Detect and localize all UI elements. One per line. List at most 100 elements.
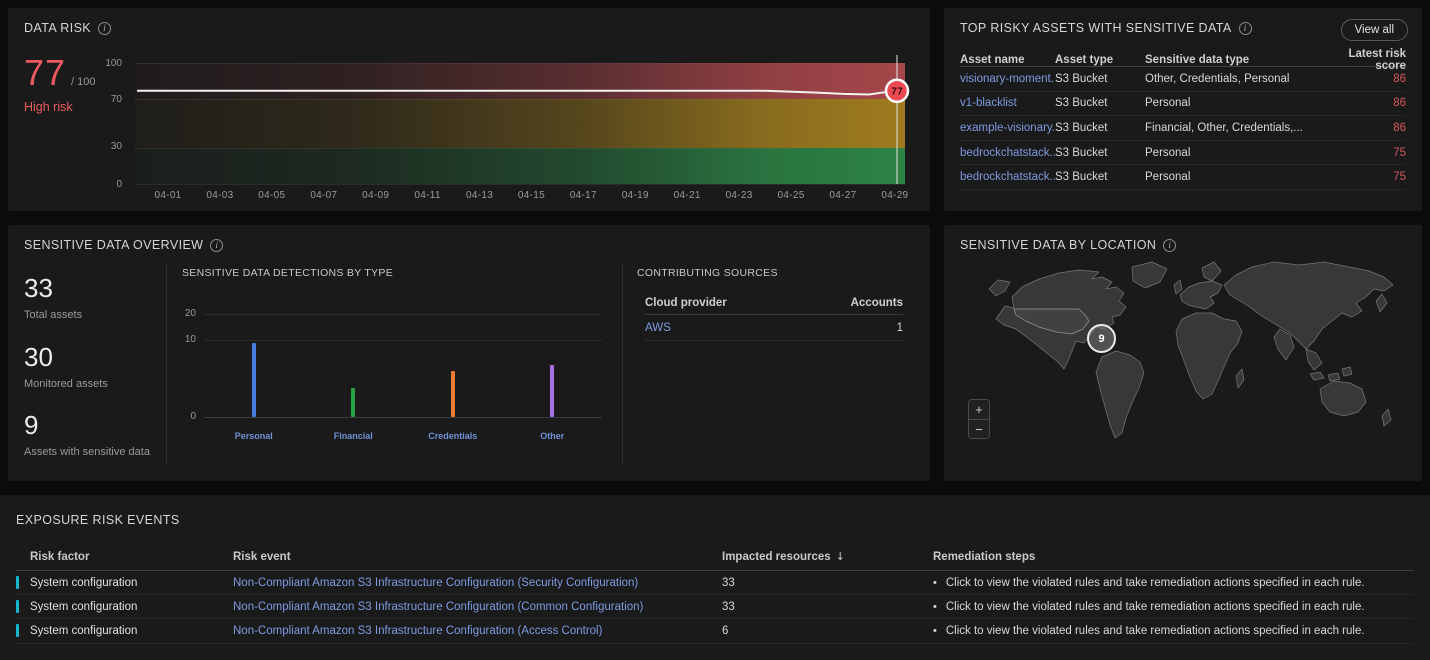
detections-chart-title: SENSITIVE DATA DETECTIONS BY TYPE xyxy=(182,267,393,279)
map-new-zealand xyxy=(1382,409,1391,426)
map-indonesia xyxy=(1310,367,1352,381)
info-icon[interactable]: i xyxy=(98,22,111,35)
x-axis-tick: 04-01 xyxy=(154,190,181,201)
risk-factor-accent-bar xyxy=(16,600,19,613)
asset-name-link[interactable]: bedrockchatstack... xyxy=(960,147,1055,159)
column-header-latest-risk-score[interactable]: Latest risk score xyxy=(1326,48,1406,72)
divider xyxy=(622,263,623,465)
sensitive-data-type-cell: Other, Credentials, Personal xyxy=(1145,73,1326,85)
risk-score-line xyxy=(137,91,895,95)
remediation-steps-cell: •Click to view the violated rules and ta… xyxy=(933,577,1414,589)
cloud-provider-link[interactable]: AWS xyxy=(645,322,833,334)
risk-score-cell: 86 xyxy=(1326,122,1406,134)
y-axis-tick: 0 xyxy=(158,411,196,422)
x-axis-tick: 04-11 xyxy=(414,190,440,201)
map-asia xyxy=(1224,262,1393,349)
top-risky-assets-panel: TOP RISKY ASSETS WITH SENSITIVE DATAi Vi… xyxy=(944,8,1422,211)
risk-score-cell: 75 xyxy=(1326,171,1406,183)
zoom-out-button[interactable]: − xyxy=(969,419,989,438)
column-header-impacted-resources[interactable]: Impacted resources ↓ xyxy=(722,550,933,563)
risk-score-block: 77/ 100 High risk xyxy=(24,52,96,114)
x-axis-tick: 04-09 xyxy=(362,190,389,201)
x-axis-tick: 04-27 xyxy=(829,190,856,201)
map-madagascar xyxy=(1236,369,1244,388)
risk-score-cell: 75 xyxy=(1326,147,1406,159)
map-alaska xyxy=(989,280,1010,296)
asset-type-cell: S3 Bucket xyxy=(1055,97,1145,109)
map-southeast-asia xyxy=(1306,349,1322,370)
risk-event-link[interactable]: Non-Compliant Amazon S3 Infrastructure C… xyxy=(233,577,722,589)
asset-type-cell: S3 Bucket xyxy=(1055,171,1145,183)
table-row: AWS1 xyxy=(645,315,903,341)
x-axis-tick: 04-07 xyxy=(310,190,337,201)
column-header-asset-name[interactable]: Asset name xyxy=(960,54,1055,66)
stat-value: 30 xyxy=(24,342,108,373)
sensitive-data-by-location-panel: SENSITIVE DATA BY LOCATIONi 9 + − xyxy=(944,225,1422,481)
risk-level-label: High risk xyxy=(24,100,96,114)
sensitive-data-overview-panel: SENSITIVE DATA OVERVIEWi 33Total assets 3… xyxy=(8,225,930,481)
sensitive-data-type-cell: Personal xyxy=(1145,171,1326,183)
stat-label: Assets with sensitive data xyxy=(24,446,150,458)
column-header-asset-type[interactable]: Asset type xyxy=(1055,54,1145,66)
contributing-sources-title: CONTRIBUTING SOURCES xyxy=(637,267,778,279)
asset-name-link[interactable]: v1-blacklist xyxy=(960,97,1055,109)
asset-name-link[interactable]: visionary-moment... xyxy=(960,73,1055,85)
zoom-in-button[interactable]: + xyxy=(969,400,989,419)
impacted-resources-label: Impacted resources xyxy=(722,551,831,563)
risk-factor-label: System configuration xyxy=(30,601,137,613)
asset-type-cell: S3 Bucket xyxy=(1055,73,1145,85)
risk-event-link[interactable]: Non-Compliant Amazon S3 Infrastructure C… xyxy=(233,625,722,637)
category-label-financial[interactable]: Financial xyxy=(308,431,398,441)
stat-block: 33Total assets xyxy=(24,273,82,321)
sort-descending-icon[interactable]: ↓ xyxy=(836,550,845,563)
table-row: bedrockchatstack...S3 BucketPersonal75 xyxy=(960,165,1406,190)
info-icon[interactable]: i xyxy=(1163,239,1176,252)
x-axis-tick: 04-05 xyxy=(258,190,285,201)
stat-block: 30 Monitored assets xyxy=(24,342,108,390)
exposure-risk-events-panel: EXPOSURE RISK EVENTS Risk factor Risk ev… xyxy=(0,495,1430,660)
bar-credentials xyxy=(451,371,455,418)
asset-name-link[interactable]: example-visionary... xyxy=(960,122,1055,134)
risk-factor-label: System configuration xyxy=(30,625,137,637)
map-cluster-marker[interactable]: 9 xyxy=(1087,324,1116,353)
column-header-risk-event[interactable]: Risk event xyxy=(233,551,722,563)
asset-name-link[interactable]: bedrockchatstack... xyxy=(960,171,1055,183)
column-header-remediation-steps[interactable]: Remediation steps xyxy=(933,551,1414,563)
category-label-personal[interactable]: Personal xyxy=(209,431,299,441)
impacted-resources-cell: 33 xyxy=(722,601,933,613)
map-europe xyxy=(1180,281,1222,309)
info-icon[interactable]: i xyxy=(210,239,223,252)
x-axis-tick: 04-15 xyxy=(518,190,545,201)
bar-financial xyxy=(351,388,355,417)
remediation-steps-cell: •Click to view the violated rules and ta… xyxy=(933,625,1414,637)
asset-type-cell: S3 Bucket xyxy=(1055,122,1145,134)
y-axis-tick: 70 xyxy=(86,94,122,105)
column-header-sensitive-data-type[interactable]: Sensitive data type xyxy=(1145,54,1326,66)
table-row: System configuration Non-Compliant Amazon… xyxy=(16,571,1414,595)
y-axis-tick: 10 xyxy=(158,334,196,345)
overview-title: SENSITIVE DATA OVERVIEWi xyxy=(24,238,223,252)
impacted-resources-cell: 6 xyxy=(722,625,933,637)
x-axis-tick: 04-03 xyxy=(206,190,233,201)
map-africa xyxy=(1176,313,1242,399)
stat-label: Monitored assets xyxy=(24,378,108,390)
risk-factor-cell: System configuration xyxy=(16,624,233,637)
info-icon[interactable]: i xyxy=(1239,22,1252,35)
risk-event-link[interactable]: Non-Compliant Amazon S3 Infrastructure C… xyxy=(233,601,722,613)
category-label-credentials[interactable]: Credentials xyxy=(408,431,498,441)
sensitive-data-type-cell: Personal xyxy=(1145,147,1326,159)
map-scandinavia xyxy=(1202,262,1221,281)
x-axis-tick: 04-13 xyxy=(466,190,493,201)
contributing-sources-table: Cloud provider Accounts AWS1 xyxy=(645,291,903,341)
world-map[interactable] xyxy=(984,257,1424,452)
gridline xyxy=(135,184,905,185)
view-all-button[interactable]: View all xyxy=(1341,19,1408,41)
column-header-risk-factor[interactable]: Risk factor xyxy=(16,551,233,563)
data-risk-title: DATA RISKi xyxy=(24,21,111,35)
category-label-other[interactable]: Other xyxy=(507,431,597,441)
x-axis-tick: 04-17 xyxy=(570,190,597,201)
risk-factor-label: System configuration xyxy=(30,577,137,589)
x-axis-tick: 04-19 xyxy=(622,190,649,201)
x-axis-tick: 04-25 xyxy=(777,190,804,201)
x-axis-tick: 04-29 xyxy=(881,190,908,201)
